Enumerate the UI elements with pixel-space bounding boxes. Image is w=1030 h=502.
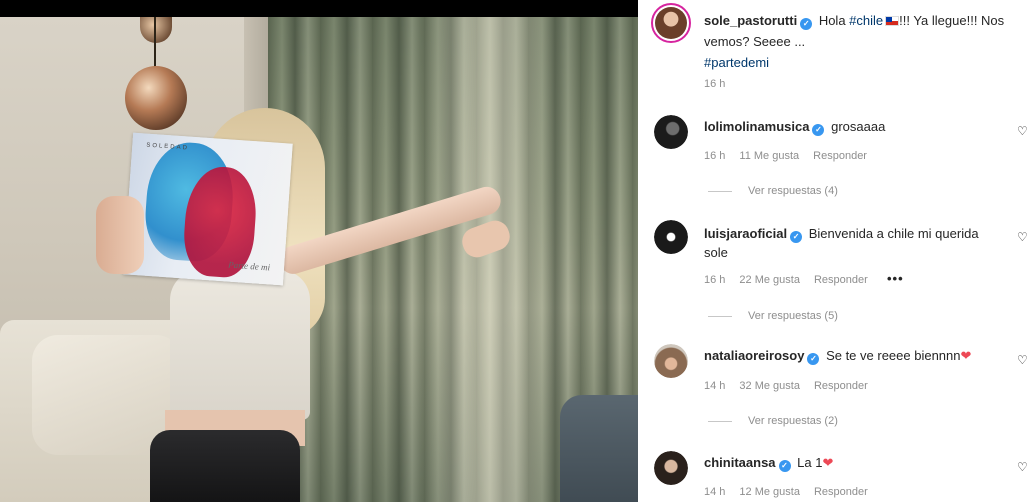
author-username[interactable]: sole_pastorutti — [704, 13, 797, 28]
caption-time[interactable]: 16 h — [704, 78, 725, 90]
reply-button[interactable]: Responder — [814, 486, 868, 498]
heart-outline-icon[interactable]: ♡ — [1017, 354, 1029, 366]
comment-nataliaoreirosoy: nataliaoreirosoy ✓ Se te ve reeee biennnn… — [704, 348, 971, 365]
view-replies-label[interactable]: Ver respuestas (2) — [748, 415, 838, 427]
comment-avatar-chinitaansa[interactable] — [654, 451, 688, 485]
comment-luisjaraoficial: luisjaraoficial ✓ Bienvenida a chile mi q… — [704, 224, 994, 262]
comment-meta: 14 h 12 Me gusta Responder — [704, 486, 882, 498]
hashtag-partedemi[interactable]: #partedemi — [704, 55, 769, 70]
verified-badge-icon: ✓ — [800, 18, 813, 30]
heart-outline-icon[interactable]: ♡ — [1017, 461, 1029, 473]
replies-divider — [708, 420, 732, 422]
view-replies-label[interactable]: Ver respuestas (5) — [748, 310, 838, 322]
photo-curtain-light — [420, 17, 560, 502]
photo-torso — [170, 270, 310, 420]
comment-time[interactable]: 14 h — [704, 486, 725, 498]
view-replies[interactable]: Ver respuestas (2) — [708, 415, 838, 427]
comment-meta: 16 h 11 Me gusta Responder — [704, 150, 881, 162]
photo-fingers — [96, 196, 144, 274]
comment-meta: 14 h 32 Me gusta Responder — [704, 380, 882, 392]
reply-button[interactable]: Responder — [814, 274, 868, 286]
comment-meta: 16 h 22 Me gusta Responder — [704, 274, 882, 286]
comment-time[interactable]: 14 h — [704, 380, 725, 392]
caption: sole_pastorutti ✓ Hola #chile!!! Ya llegu… — [704, 10, 1022, 73]
comment-likes[interactable]: 11 Me gusta — [739, 150, 799, 162]
comment-text: grosaaaa — [831, 119, 886, 134]
verified-badge-icon: ✓ — [812, 124, 825, 136]
replies-divider — [708, 190, 732, 192]
comment-username[interactable]: chinitaansa — [704, 455, 776, 470]
comment-lolimolinamusica: lolimolinamusica ✓ grosaaaa — [704, 119, 885, 136]
comment-time[interactable]: 16 h — [704, 274, 725, 286]
chile-flag-icon — [885, 16, 900, 26]
view-replies[interactable]: Ver respuestas (4) — [708, 185, 838, 197]
photo-pants — [150, 430, 300, 502]
comment-username[interactable]: lolimolinamusica — [704, 119, 809, 134]
verified-badge-icon: ✓ — [778, 460, 791, 472]
photo-chair — [560, 395, 638, 502]
caption-text-start: Hola — [818, 13, 850, 28]
heart-outline-icon[interactable]: ♡ — [1017, 231, 1029, 243]
view-replies[interactable]: Ver respuestas (5) — [708, 310, 838, 322]
comment-likes[interactable]: 32 Me gusta — [739, 380, 800, 392]
comment-avatar-lolimolinamusica[interactable] — [654, 115, 688, 149]
comments-panel: sole_pastorutti ✓ Hola #chile!!! Ya llegu… — [638, 0, 1030, 502]
replies-divider — [708, 315, 732, 317]
author-avatar[interactable] — [651, 3, 691, 43]
comment-likes[interactable]: 22 Me gusta — [739, 274, 800, 286]
reply-button[interactable]: Responder — [814, 380, 868, 392]
red-heart-emoji: ❤ — [822, 455, 834, 470]
comment-time[interactable]: 16 h — [704, 150, 725, 162]
heart-outline-icon[interactable]: ♡ — [1017, 125, 1029, 137]
comment-likes[interactable]: 12 Me gusta — [739, 486, 800, 498]
comment-text: Se te ve reeee biennnn — [826, 348, 961, 363]
comment-chinitaansa: chinitaansa ✓ La 1❤ — [704, 455, 833, 472]
hashtag-chile[interactable]: #chile — [849, 13, 883, 28]
more-options-icon[interactable]: ••• — [887, 271, 904, 286]
photo-top-bar — [0, 0, 638, 17]
post-photo[interactable]: SOLEDAD Parte de mi — [0, 0, 638, 502]
comment-avatar-nataliaoreirosoy[interactable] — [654, 344, 688, 378]
photo-lamp — [125, 66, 187, 130]
comment-username[interactable]: nataliaoreirosoy — [704, 348, 804, 363]
view-replies-label[interactable]: Ver respuestas (4) — [748, 185, 838, 197]
verified-badge-icon: ✓ — [807, 353, 820, 365]
album-cover: SOLEDAD Parte de mi — [123, 132, 293, 286]
comment-username[interactable]: luisjaraoficial — [704, 226, 787, 241]
verified-badge-icon: ✓ — [790, 231, 803, 243]
comment-avatar-luisjaraoficial[interactable] — [654, 220, 688, 254]
reply-button[interactable]: Responder — [813, 150, 867, 162]
comment-text: La 1 — [797, 455, 823, 470]
red-heart-emoji: ❤ — [960, 348, 972, 363]
